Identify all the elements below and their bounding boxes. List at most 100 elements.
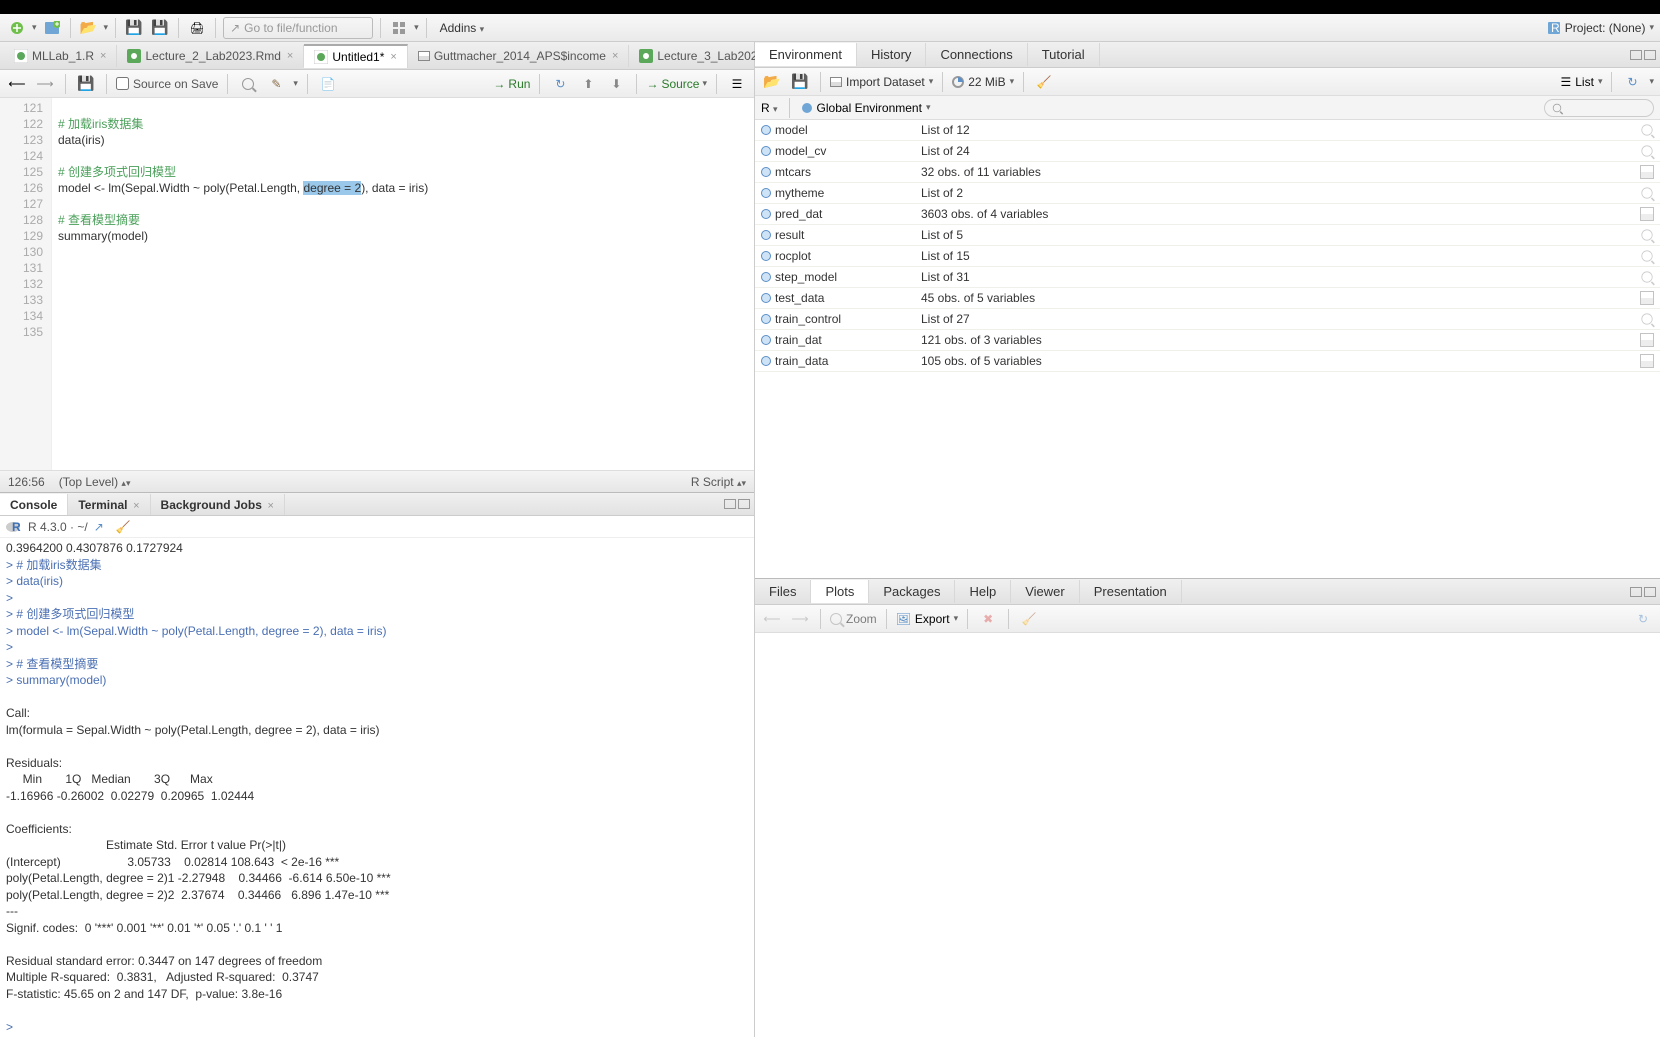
source-next-button[interactable]: ⬇ — [605, 73, 627, 95]
run-button[interactable]: → Run — [493, 77, 530, 91]
code-editor[interactable]: 1211221231241251261271281291301311321331… — [0, 98, 754, 470]
expand-icon[interactable] — [761, 230, 771, 240]
maximize-pane-icon[interactable] — [1644, 50, 1656, 60]
expand-icon[interactable] — [761, 293, 771, 303]
find-button[interactable] — [237, 73, 259, 95]
expand-icon[interactable] — [761, 188, 771, 198]
console-popout-icon[interactable]: ↗ — [94, 520, 104, 534]
save-all-button[interactable]: 💾 — [149, 17, 171, 39]
inspect-icon[interactable] — [1641, 145, 1652, 156]
environment-item[interactable]: model_cvList of 24 — [755, 141, 1660, 162]
environment-item[interactable]: test_data45 obs. of 5 variables — [755, 288, 1660, 309]
table-icon[interactable] — [1640, 165, 1654, 179]
files-tab[interactable]: Files — [755, 580, 811, 603]
save-workspace-button[interactable]: 💾 — [789, 71, 811, 93]
next-plot-button[interactable]: ⟶ — [789, 608, 811, 630]
print-button[interactable]: 🖨 — [186, 17, 208, 39]
memory-usage[interactable]: 22 MiB ▾ — [952, 75, 1014, 89]
save-source-button[interactable]: 💾 — [75, 73, 97, 95]
inspect-icon[interactable] — [1641, 124, 1652, 135]
minimize-pane-icon[interactable] — [1630, 587, 1642, 597]
expand-icon[interactable] — [761, 251, 771, 261]
console-tab[interactable]: Terminal × — [68, 494, 150, 515]
new-project-button[interactable] — [41, 17, 63, 39]
expand-icon[interactable] — [761, 272, 771, 282]
expand-icon[interactable] — [761, 209, 771, 219]
files-tab[interactable]: Help — [955, 580, 1011, 603]
close-icon[interactable]: × — [612, 50, 618, 62]
back-button[interactable]: ⟵ — [6, 73, 28, 95]
outline-toggle-button[interactable]: ☰ — [726, 73, 748, 95]
zoom-button[interactable]: Zoom — [830, 612, 877, 626]
inspect-icon[interactable] — [1641, 187, 1652, 198]
export-button[interactable]: 🖼Export ▾ — [896, 612, 958, 626]
minimize-pane-icon[interactable] — [1630, 50, 1642, 60]
forward-button[interactable]: ⟶ — [34, 73, 56, 95]
prev-plot-button[interactable]: ⟵ — [761, 608, 783, 630]
expand-icon[interactable] — [761, 356, 771, 366]
inspect-icon[interactable] — [1641, 313, 1652, 324]
table-icon[interactable] — [1640, 333, 1654, 347]
expand-icon[interactable] — [761, 335, 771, 345]
editor-tab[interactable]: Lecture_2_Lab2023.Rmd× — [117, 45, 304, 67]
remove-plot-button[interactable]: ✖ — [977, 608, 999, 630]
expand-icon[interactable] — [761, 314, 771, 324]
goto-file-input[interactable]: ↗Go to file/function — [223, 17, 373, 39]
environment-search[interactable] — [1544, 99, 1654, 117]
open-file-button[interactable]: 📂 — [78, 17, 100, 39]
compile-report-button[interactable]: ✎ — [265, 73, 287, 95]
close-icon[interactable]: × — [390, 51, 396, 63]
editor-tab[interactable]: Guttmacher_2014_APS$income× — [408, 45, 630, 67]
environment-item[interactable]: step_modelList of 31 — [755, 267, 1660, 288]
tools-button[interactable] — [388, 17, 410, 39]
files-tab[interactable]: Viewer — [1011, 580, 1080, 603]
env-tab[interactable]: Environment — [755, 43, 857, 66]
environment-item[interactable]: train_controlList of 27 — [755, 309, 1660, 330]
list-view-toggle[interactable]: ☰ List ▾ — [1560, 75, 1602, 89]
project-menu[interactable]: RProject: (None) ▾ — [1547, 21, 1654, 35]
clear-plots-button[interactable]: 🧹 — [1018, 608, 1040, 630]
environment-item[interactable]: rocplotList of 15 — [755, 246, 1660, 267]
minimize-pane-icon[interactable] — [724, 499, 736, 509]
source-script-button[interactable]: → Source ▾ — [646, 77, 707, 91]
editor-tab[interactable]: MLLab_1.R× — [4, 45, 117, 67]
inspect-icon[interactable] — [1641, 271, 1652, 282]
table-icon[interactable] — [1640, 207, 1654, 221]
environment-item[interactable]: train_data105 obs. of 5 variables — [755, 351, 1660, 372]
inspect-icon[interactable] — [1641, 250, 1652, 261]
table-icon[interactable] — [1640, 354, 1654, 368]
env-tab[interactable]: History — [857, 43, 926, 66]
editor-tab[interactable]: Untitled1*× — [304, 44, 407, 68]
env-tab[interactable]: Tutorial — [1028, 43, 1100, 66]
addins-menu[interactable]: Addins ▾ — [434, 21, 491, 35]
environment-item[interactable]: pred_dat3603 obs. of 4 variables — [755, 204, 1660, 225]
close-icon[interactable]: × — [287, 50, 293, 62]
document-outline-button[interactable]: 📄 — [317, 73, 339, 95]
environment-item[interactable]: mythemeList of 2 — [755, 183, 1660, 204]
console-output[interactable]: 0.3964200 0.4307876 0.1727924> # 加载iris数… — [0, 538, 754, 1037]
new-file-button[interactable] — [6, 17, 28, 39]
clear-workspace-button[interactable]: 🧹 — [1033, 71, 1055, 93]
close-icon[interactable]: × — [100, 50, 106, 62]
rerun-button[interactable]: ↻ — [549, 73, 571, 95]
source-prev-button[interactable]: ⬆ — [577, 73, 599, 95]
scope-indicator[interactable]: (Top Level) ▴▾ — [59, 475, 131, 489]
files-tab[interactable]: Packages — [869, 580, 955, 603]
console-tab[interactable]: Background Jobs × — [151, 494, 285, 515]
maximize-pane-icon[interactable] — [1644, 587, 1656, 597]
refresh-button[interactable]: ↻ — [1621, 71, 1643, 93]
inspect-icon[interactable] — [1641, 229, 1652, 240]
source-on-save-checkbox[interactable]: Source on Save — [116, 77, 218, 91]
expand-icon[interactable] — [761, 125, 771, 135]
environment-item[interactable]: modelList of 12 — [755, 120, 1660, 141]
expand-icon[interactable] — [761, 146, 771, 156]
load-workspace-button[interactable]: 📂 — [761, 71, 783, 93]
file-type-indicator[interactable]: R Script ▴▾ — [691, 475, 746, 489]
maximize-pane-icon[interactable] — [738, 499, 750, 509]
environment-item[interactable]: mtcars32 obs. of 11 variables — [755, 162, 1660, 183]
save-button[interactable]: 💾 — [123, 17, 145, 39]
language-selector[interactable]: R ▾ — [761, 101, 778, 115]
scope-selector[interactable]: Global Environment ▾ — [801, 101, 931, 115]
expand-icon[interactable] — [761, 167, 771, 177]
env-tab[interactable]: Connections — [926, 43, 1027, 66]
